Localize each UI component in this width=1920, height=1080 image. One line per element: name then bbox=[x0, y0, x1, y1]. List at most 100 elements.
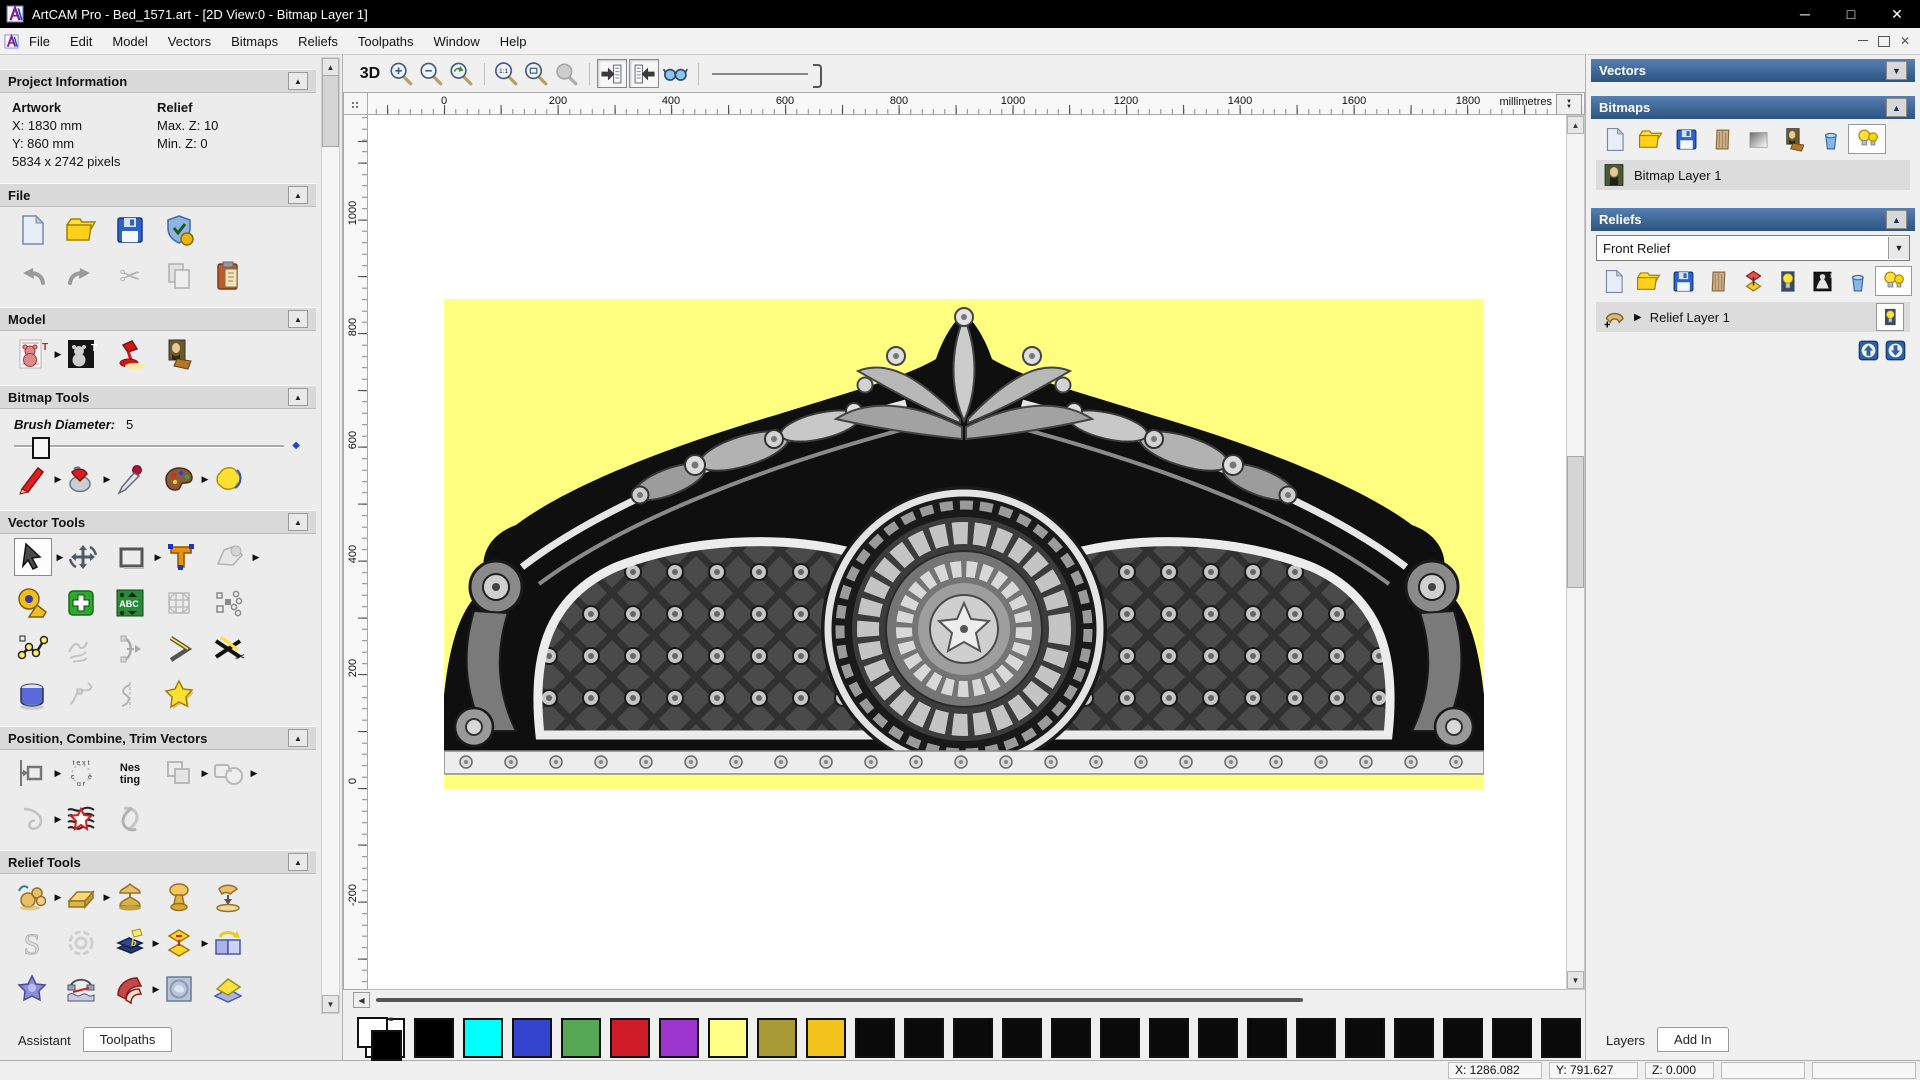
menu-window[interactable]: Window bbox=[424, 30, 490, 53]
text-on-curve-button[interactable] bbox=[63, 755, 99, 791]
scatter-relief-button[interactable] bbox=[210, 1017, 246, 1020]
expand-layer-icon[interactable]: ▶ bbox=[1634, 312, 1642, 323]
colour-swatch[interactable] bbox=[855, 1018, 895, 1058]
relief-layer-row[interactable]: ▶ Relief Layer 1 bbox=[1596, 302, 1910, 332]
sphere-relief-button[interactable] bbox=[161, 1017, 197, 1020]
save-relief-layer-button[interactable] bbox=[1666, 267, 1701, 295]
open-model-button[interactable] bbox=[63, 212, 99, 248]
colour-swatch[interactable] bbox=[806, 1018, 846, 1058]
zoom-object-button[interactable] bbox=[552, 60, 580, 87]
colour-swatch[interactable] bbox=[414, 1018, 454, 1058]
zoom-slider[interactable] bbox=[712, 62, 822, 88]
colour-swatch[interactable] bbox=[610, 1018, 650, 1058]
add-plane-button[interactable] bbox=[63, 879, 99, 915]
create-star-button[interactable] bbox=[161, 677, 197, 713]
layer-visibility-button[interactable] bbox=[1876, 303, 1904, 331]
vertical-scrollbar[interactable]: ▲ ▼ bbox=[1566, 115, 1585, 990]
colour-swatch[interactable] bbox=[1247, 1018, 1287, 1058]
open-bitmap-layer-button[interactable] bbox=[1632, 125, 1668, 153]
trim-vectors-button[interactable] bbox=[210, 631, 246, 667]
collapse-up-icon[interactable]: ▲ bbox=[1886, 210, 1907, 229]
select-vectors-button[interactable] bbox=[14, 538, 52, 576]
colour-swatch[interactable] bbox=[1394, 1018, 1434, 1058]
new-relief-layer-button[interactable] bbox=[1596, 267, 1631, 295]
drawing-canvas[interactable] bbox=[368, 115, 1566, 990]
merge-relief-button[interactable] bbox=[210, 879, 246, 915]
close-button[interactable]: ✕ bbox=[1874, 0, 1920, 28]
tab-addin[interactable]: Add In bbox=[1657, 1027, 1729, 1052]
preview-glasses-button[interactable] bbox=[661, 60, 689, 87]
collapse-section-icon[interactable]: ▲ bbox=[288, 853, 308, 871]
combine-relief-layer-button[interactable] bbox=[1736, 267, 1771, 295]
zoom-out-button[interactable] bbox=[417, 60, 445, 87]
emboss-wizard-button[interactable] bbox=[112, 925, 148, 961]
collapse-section-icon[interactable]: ▲ bbox=[288, 186, 308, 204]
section-profile-button[interactable] bbox=[112, 677, 148, 713]
secondary-colour-swatch[interactable] bbox=[371, 1030, 402, 1061]
open-relief-layer-button[interactable] bbox=[1631, 267, 1666, 295]
scroll-up-icon[interactable]: ▲ bbox=[1567, 116, 1584, 134]
interlock-vectors-button[interactable] bbox=[112, 801, 148, 837]
menu-bitmaps[interactable]: Bitmaps bbox=[221, 30, 288, 53]
measure-button[interactable] bbox=[14, 585, 50, 621]
zoom-slider-handle[interactable] bbox=[813, 63, 822, 88]
save-bitmap-layer-button[interactable] bbox=[1668, 125, 1704, 153]
transform-vectors-button[interactable] bbox=[65, 539, 101, 575]
horizontal-scrollbar[interactable]: ◀ bbox=[343, 992, 1585, 1008]
vectors-panel-header[interactable]: Vectors ▼ bbox=[1591, 59, 1915, 82]
group-vectors-button[interactable] bbox=[161, 755, 197, 791]
zoom-1to1-button[interactable] bbox=[492, 60, 520, 87]
zoom-previous-button[interactable] bbox=[447, 60, 475, 87]
bear-greyscale-button[interactable] bbox=[63, 336, 99, 372]
create-plus-button[interactable] bbox=[63, 585, 99, 621]
envelope-distortion-button[interactable] bbox=[212, 539, 248, 575]
greyscale-relief-preview-button[interactable] bbox=[1805, 267, 1840, 295]
weld-vectors-button[interactable] bbox=[210, 755, 246, 791]
bitmaps-panel-header[interactable]: Bitmaps ▲ bbox=[1591, 96, 1915, 119]
bear-artwork-button[interactable] bbox=[14, 336, 50, 372]
menu-reliefs[interactable]: Reliefs bbox=[288, 30, 348, 53]
texture-bitmap-button[interactable] bbox=[1704, 125, 1740, 153]
nesting-button[interactable] bbox=[112, 755, 148, 791]
new-model-button[interactable] bbox=[14, 212, 50, 248]
fan-sweep-button[interactable] bbox=[112, 971, 148, 1007]
colour-swatch[interactable] bbox=[1100, 1018, 1140, 1058]
flood-fill-button[interactable] bbox=[63, 461, 99, 497]
colour-picker-button[interactable] bbox=[112, 461, 148, 497]
move-layer-down-icon[interactable] bbox=[1885, 340, 1906, 361]
relief-visibility-button[interactable] bbox=[1770, 267, 1805, 295]
copy-transform-relief-button[interactable] bbox=[210, 925, 246, 961]
mdi-minimize-icon[interactable] bbox=[1857, 40, 1868, 41]
toggle-relief-visibility-button[interactable] bbox=[1875, 266, 1913, 296]
paste-along-curve-button[interactable] bbox=[210, 585, 246, 621]
arc-editor-button[interactable] bbox=[112, 631, 148, 667]
save-model-button[interactable] bbox=[112, 212, 148, 248]
menu-toolpaths[interactable]: Toolpaths bbox=[348, 30, 424, 53]
add-relief-button[interactable] bbox=[112, 879, 148, 915]
collapse-up-icon[interactable]: ▲ bbox=[1886, 98, 1907, 117]
flood-select-button[interactable] bbox=[210, 461, 246, 497]
move-layer-up-icon[interactable] bbox=[1858, 340, 1879, 361]
load-image-button[interactable] bbox=[161, 336, 197, 372]
image-layer-button[interactable] bbox=[1776, 125, 1812, 153]
colour-palette-button[interactable] bbox=[161, 461, 197, 497]
cap-relief-button[interactable] bbox=[14, 1017, 50, 1020]
calculate-relief-button[interactable] bbox=[14, 879, 50, 915]
relief-layer-name[interactable]: Relief Layer 1 bbox=[1650, 310, 1730, 325]
colour-swatch[interactable] bbox=[904, 1018, 944, 1058]
freehand-draw-button[interactable] bbox=[63, 631, 99, 667]
ruler-corner[interactable] bbox=[343, 92, 368, 115]
light-material-button[interactable] bbox=[112, 336, 148, 372]
next-view-button[interactable] bbox=[629, 59, 659, 88]
face-wizard-button[interactable] bbox=[161, 971, 197, 1007]
relief-select-dropdown[interactable]: Front Relief ▼ bbox=[1596, 235, 1910, 261]
basket-weave-button[interactable] bbox=[63, 1017, 99, 1020]
scroll-down-icon[interactable]: ▼ bbox=[322, 995, 339, 1013]
scrollbar-thumb[interactable] bbox=[1567, 456, 1584, 588]
texture-relief-layer-button[interactable] bbox=[1701, 267, 1736, 295]
colour-swatch[interactable] bbox=[463, 1018, 503, 1058]
tab-toolpaths[interactable]: Toolpaths bbox=[82, 1027, 173, 1052]
switch-3d-view-button[interactable]: 3D bbox=[355, 60, 385, 87]
colour-swatch[interactable] bbox=[757, 1018, 797, 1058]
expand-down-icon[interactable]: ▼ bbox=[1886, 61, 1907, 80]
